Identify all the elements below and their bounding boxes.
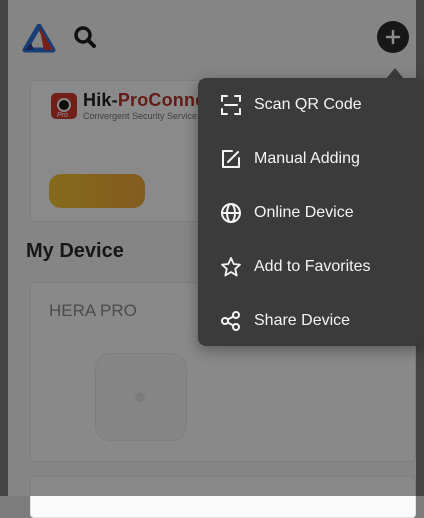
menu-item-label: Manual Adding [254,150,360,167]
globe-icon [218,200,244,226]
menu-item-add-to-favorites[interactable]: Add to Favorites [198,240,424,294]
menu-item-share-device[interactable]: Share Device [198,294,424,348]
edit-icon [218,146,244,172]
menu-item-label: Online Device [254,204,354,221]
menu-item-label: Share Device [254,312,351,329]
scan-qr-icon [218,92,244,118]
menu-item-online-device[interactable]: Online Device [198,186,424,240]
menu-item-manual-adding[interactable]: Manual Adding [198,132,424,186]
menu-item-label: Add to Favorites [254,258,371,275]
share-icon [218,308,244,334]
star-icon [218,254,244,280]
menu-item-label: Scan QR Code [254,96,362,113]
add-menu-popup: Scan QR Code Manual Adding Online Device… [198,78,424,346]
menu-item-scan-qr-code[interactable]: Scan QR Code [198,78,424,132]
